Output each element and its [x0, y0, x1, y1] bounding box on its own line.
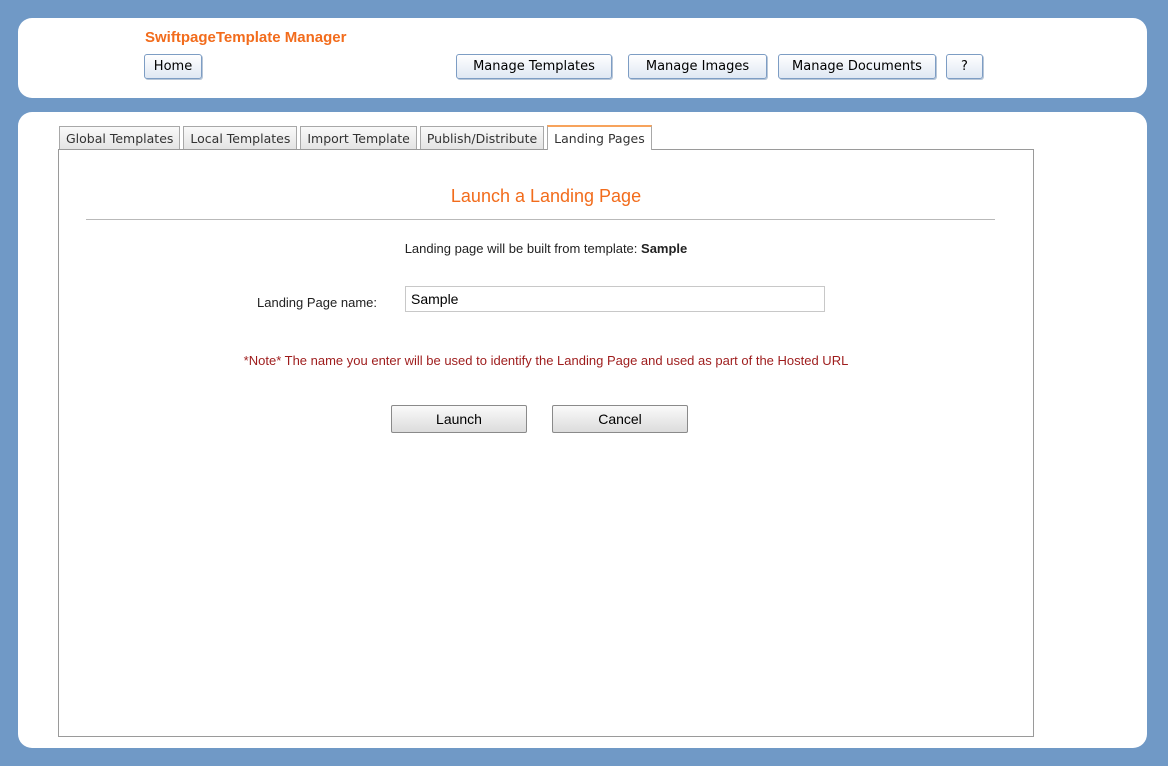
cancel-button[interactable]: Cancel — [552, 405, 688, 433]
tab-publish-distribute[interactable]: Publish/Distribute — [419, 126, 545, 149]
page-title: Launch a Landing Page — [450, 186, 642, 206]
landing-page-form: Launch a Landing Page Landing page will … — [58, 149, 1034, 737]
hosted-url-note: *Note* The name you enter will be used t… — [243, 353, 849, 368]
help-button[interactable]: ? — [946, 54, 983, 79]
launch-button[interactable]: Launch — [391, 405, 527, 433]
app-title: SwiftpageTemplate Manager — [145, 29, 347, 46]
title-divider — [86, 219, 995, 220]
tab-local-templates[interactable]: Local Templates — [183, 126, 298, 149]
header-panel: SwiftpageTemplate Manager Home Manage Te… — [18, 18, 1147, 98]
template-name: Sample — [641, 241, 688, 256]
landing-page-name-input[interactable] — [405, 286, 825, 312]
tab-bar: Global Templates Local Templates Import … — [59, 125, 655, 150]
manage-templates-button[interactable]: Manage Templates — [456, 54, 612, 79]
home-button[interactable]: Home — [144, 54, 202, 79]
built-from-label: Landing page will be built from template… — [404, 241, 638, 256]
main-panel: Global Templates Local Templates Import … — [18, 112, 1147, 748]
manage-images-button[interactable]: Manage Images — [628, 54, 767, 79]
landing-page-name-label: Landing Page name: — [257, 295, 377, 310]
tab-global-templates[interactable]: Global Templates — [59, 126, 181, 149]
built-from-text: Landing page will be built from template… — [59, 241, 1033, 256]
tab-import-template[interactable]: Import Template — [300, 126, 417, 149]
tab-landing-pages[interactable]: Landing Pages — [547, 125, 652, 150]
manage-documents-button[interactable]: Manage Documents — [778, 54, 936, 79]
